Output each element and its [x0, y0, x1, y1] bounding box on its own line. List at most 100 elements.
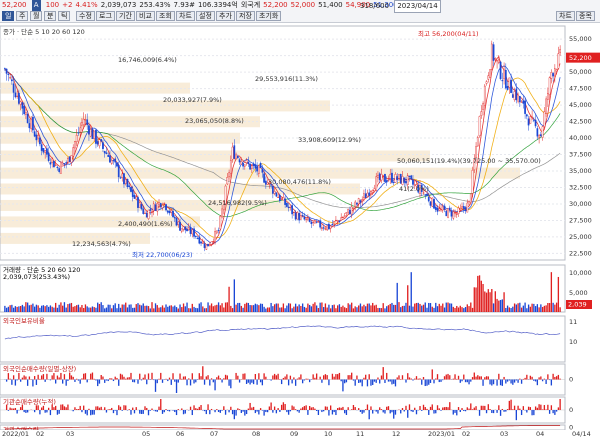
date-field[interactable]: 2023/04/14	[394, 0, 441, 13]
candle	[476, 137, 479, 147]
volume-bar	[505, 307, 507, 312]
period-tab[interactable]: 분	[44, 11, 57, 21]
volume-bar	[485, 292, 488, 312]
side-button[interactable]: 종목	[576, 11, 595, 21]
candle	[385, 180, 388, 183]
net-buy-bar	[216, 377, 218, 380]
volume-bar	[104, 308, 106, 312]
x-tick-label: 12	[392, 430, 401, 438]
toolbar-button[interactable]: 로그	[96, 11, 115, 21]
volume-bar	[294, 303, 297, 312]
candle	[319, 220, 322, 228]
net-buy-bar	[156, 410, 158, 412]
net-buy-bar	[86, 379, 88, 383]
net-buy-bar	[90, 373, 92, 380]
net-buy-bar	[545, 409, 547, 410]
candle	[158, 202, 160, 205]
net-buy-bar	[393, 379, 395, 384]
net-buy-bar	[387, 406, 390, 410]
toolbar-button[interactable]: 기간	[116, 11, 135, 21]
net-buy-bar	[28, 376, 31, 380]
volume-bar	[188, 308, 190, 312]
volume-bar	[417, 302, 419, 312]
net-buy-bar	[361, 410, 363, 414]
candle	[492, 44, 495, 61]
volume-bar	[182, 303, 185, 312]
x-tick-label: 10	[324, 430, 333, 438]
name-badge[interactable]: A	[31, 0, 41, 11]
net-buy-bar	[207, 404, 209, 410]
net-buy-bar	[263, 410, 265, 416]
net-buy-bar	[137, 379, 139, 384]
volume-bar	[315, 305, 318, 312]
toolbar-button[interactable]: 수정	[76, 11, 95, 21]
toolbar-button[interactable]: 조회	[156, 11, 175, 21]
volume-bar	[160, 307, 162, 312]
candle	[300, 215, 302, 220]
net-buy-bar	[289, 375, 292, 380]
net-buy-bar	[40, 407, 43, 410]
volume-bar	[345, 308, 348, 312]
volume-bar	[370, 305, 372, 312]
volume-profile-band	[0, 167, 520, 179]
toolbar-button[interactable]: 추가	[216, 11, 235, 21]
net-buy-bar	[270, 379, 272, 381]
net-buy-bar	[60, 372, 62, 380]
candle	[462, 206, 465, 209]
net-buy-bar	[508, 379, 510, 381]
net-buy-bar	[555, 410, 558, 412]
toolbar-button[interactable]: 차트	[176, 11, 195, 21]
toolbar-button[interactable]: 설정	[196, 11, 215, 21]
chart-canvas[interactable]: 55,00052,50050,00047,50045,00042,50040,0…	[0, 22, 600, 430]
y-tick-label: 55,000	[569, 35, 592, 43]
volume-bar	[317, 308, 320, 312]
volume-profile-band	[0, 150, 430, 162]
net-buy-bar	[219, 378, 221, 380]
net-buy-bar	[459, 410, 461, 413]
candle	[371, 190, 374, 193]
net-buy-bar	[116, 410, 118, 416]
candle	[28, 123, 31, 129]
candle	[345, 212, 348, 214]
toolbar-button[interactable]: 초기화	[256, 11, 282, 21]
volume-bar	[14, 306, 17, 312]
volume-bar	[62, 305, 64, 312]
volume-panel-frame	[0, 264, 566, 313]
toolbar-button[interactable]: 저장	[236, 11, 255, 21]
candle	[137, 197, 139, 208]
net-buy-bar	[489, 379, 491, 385]
candle	[226, 177, 229, 185]
net-buy-bar	[484, 377, 486, 380]
period-tab[interactable]: 일	[2, 11, 15, 21]
candle	[524, 100, 526, 114]
side-button[interactable]: 차트	[556, 11, 575, 21]
net-buy-bar	[9, 378, 11, 380]
candle	[105, 152, 108, 154]
candle	[189, 227, 192, 234]
period-tab[interactable]: 월	[30, 11, 43, 21]
period-tab[interactable]: 틱	[58, 11, 71, 21]
toolbar-button[interactable]: 비교	[136, 11, 155, 21]
volume-bar	[478, 275, 481, 312]
candle	[497, 59, 500, 63]
net-buy-bar	[39, 410, 41, 415]
volume-bar	[109, 304, 111, 312]
net-buy-bar	[379, 379, 381, 384]
net-buy-bar	[9, 407, 11, 410]
net-buy-bar	[104, 407, 106, 410]
candle	[264, 180, 267, 185]
volume-bar	[330, 308, 332, 312]
volume-bar	[337, 305, 339, 312]
candle	[550, 72, 553, 79]
net-buy-bar	[443, 376, 446, 380]
net-buy-bar	[221, 379, 223, 383]
volume-bar	[93, 307, 95, 312]
volume-bar	[436, 306, 439, 312]
candle	[86, 119, 89, 126]
net-buy-bar	[53, 407, 55, 410]
candle	[380, 174, 383, 181]
net-buy-bar	[293, 406, 295, 410]
candle	[291, 205, 293, 215]
volume-bar	[226, 302, 228, 312]
period-tab[interactable]: 주	[16, 11, 29, 21]
